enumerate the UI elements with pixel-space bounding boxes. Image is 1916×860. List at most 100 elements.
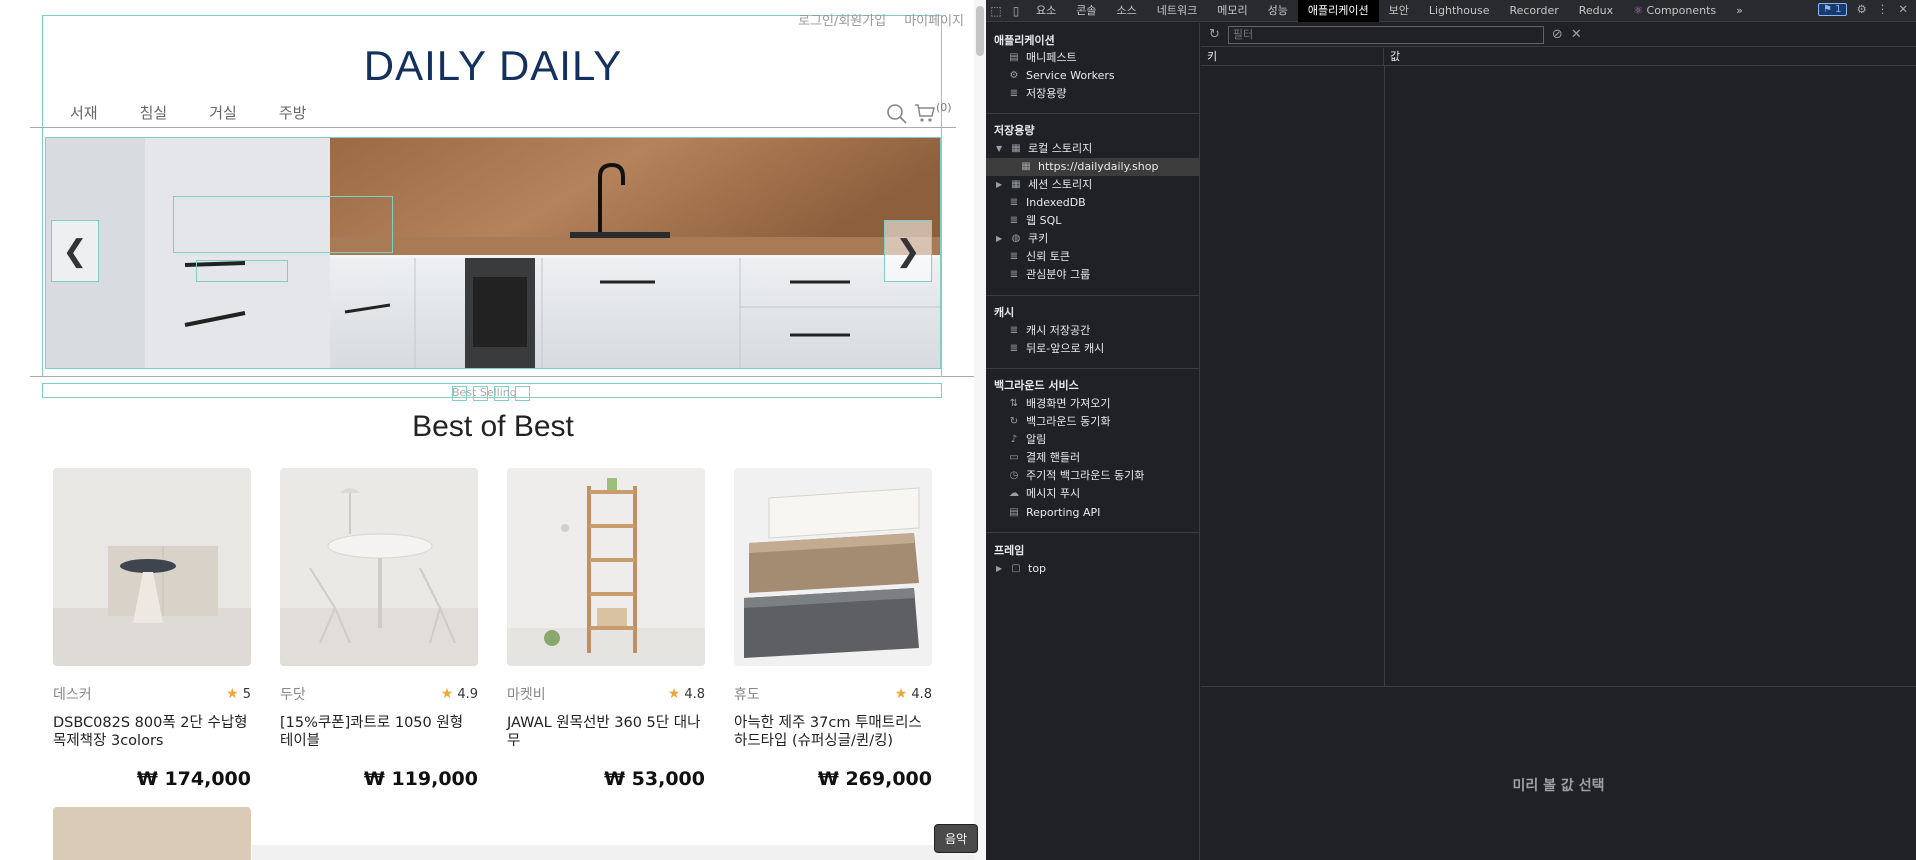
product-image[interactable] (734, 468, 932, 666)
delete-selected-icon[interactable]: ✕ (1571, 27, 1582, 42)
tab-application[interactable]: 애플리케이션 (1297, 0, 1379, 22)
slide-dot[interactable] (515, 386, 530, 401)
product-price: ₩ 119,000 (363, 768, 478, 790)
sidebar-item-service-workers[interactable]: ⚙ Service Workers (1008, 67, 1115, 85)
tab-security[interactable]: 보안 (1379, 0, 1419, 22)
sidebar-item-cache-storage[interactable]: ≣ 캐시 저장공간 (1008, 322, 1090, 340)
grid-icon: ▦ (1021, 161, 1031, 172)
search-icon[interactable] (886, 103, 908, 125)
next-slide-button[interactable]: ❯ (884, 220, 932, 282)
tab-recorder[interactable]: Recorder (1499, 0, 1568, 22)
vertical-scrollbar[interactable] (974, 0, 986, 860)
device-toolbar-icon[interactable]: ▯ (1006, 4, 1026, 18)
refresh-icon[interactable]: ↻ (1209, 27, 1220, 42)
prev-slide-button[interactable]: ❮ (51, 220, 99, 282)
product-brand: 휴도 (734, 687, 760, 703)
product-name[interactable]: [15%쿠폰]콰트로 1050 원형 테이블 (280, 714, 478, 754)
more-tabs-icon[interactable]: » (1726, 0, 1753, 22)
tab-components[interactable]: ⚛ Components (1623, 0, 1726, 22)
product-card[interactable]: 마켓비 ★ 4.8 JAWAL 원목선반 360 5단 대나무 ₩ 53,000 (507, 468, 705, 790)
database-icon: ≣ (1009, 269, 1019, 280)
sidebar-item-push-messaging[interactable]: ☁ 메시지 푸시 (1008, 485, 1080, 503)
star-icon: ★ (667, 686, 681, 702)
sidebar-item-cookies[interactable]: ▶ ◍ 쿠키 (996, 230, 1048, 248)
close-icon[interactable]: ✕ (1898, 2, 1908, 16)
bell-icon: ♪ (1010, 434, 1018, 445)
product-price: ₩ 174,000 (136, 768, 251, 790)
sidebar-item-indexeddb[interactable]: ≣ IndexedDB (1008, 194, 1086, 212)
database-icon: ≣ (1009, 325, 1019, 336)
tab-console[interactable]: 콘솔 (1066, 0, 1106, 22)
product-card-partial[interactable] (53, 807, 251, 860)
product-card[interactable]: 휴도 ★ 4.8 아늑한 제주 37cm 투매트리스 하드타입 (슈퍼싱글/퀸/킹… (734, 468, 932, 790)
nav-item-bedroom[interactable]: 침실 (140, 102, 168, 123)
tab-lighthouse[interactable]: Lighthouse (1419, 0, 1500, 22)
storage-main-pane: ↻ ⊘ ✕ 키 값 미리 볼 값 선택 (1201, 23, 1916, 860)
nav-item-study[interactable]: 서재 (70, 102, 98, 123)
product-image[interactable] (507, 468, 705, 666)
preview-divider[interactable] (1201, 686, 1916, 687)
collapsed-triangle-icon[interactable]: ▶ (996, 176, 1004, 194)
cookie-icon: ◍ (1011, 233, 1021, 244)
section-header-storage: 저장용량 (994, 124, 1035, 137)
scrollbar-thumb[interactable] (976, 6, 984, 56)
music-tooltip[interactable]: 음악 (934, 824, 979, 853)
sidebar-item-frame-top[interactable]: ▶ ▢ top (996, 560, 1046, 578)
product-image[interactable] (280, 468, 478, 666)
sidebar-item-notifications[interactable]: ♪ 알림 (1008, 431, 1046, 449)
sidebar-item-local-storage[interactable]: ▼ ▦ 로컬 스토리지 (996, 140, 1092, 158)
banner-outline (45, 137, 941, 369)
frame-icon: ▢ (1011, 563, 1021, 574)
sidebar-item-websql[interactable]: ≣ 웹 SQL (1008, 212, 1062, 230)
tab-redux[interactable]: Redux (1569, 0, 1623, 22)
sidebar-item-periodic-sync[interactable]: ◷ 주기적 백그라운드 동기화 (1008, 467, 1145, 485)
issues-badge[interactable]: ⚑ 1 (1818, 2, 1847, 16)
product-image[interactable] (53, 468, 251, 666)
product-rating: ★ 4.8 (667, 686, 705, 702)
sidebar-item-payment-handler[interactable]: ▭ 결제 핸들러 (1008, 449, 1080, 467)
kebab-menu-icon[interactable]: ⋮ (1877, 2, 1889, 16)
sidebar-item-reporting-api[interactable]: ▤ Reporting API (1008, 504, 1100, 522)
sidebar-item-storage[interactable]: ≣ 저장용량 (1008, 85, 1067, 103)
section-header-frames: 프레임 (994, 544, 1025, 557)
product-rating: ★ 4.9 (440, 686, 478, 702)
tab-performance[interactable]: 성능 (1258, 0, 1298, 22)
sidebar-item-background-fetch[interactable]: ⇅ 배경화면 가져오기 (1008, 395, 1111, 413)
settings-gear-icon[interactable]: ⚙ (1857, 2, 1867, 16)
sidebar-item-interest-groups[interactable]: ≣ 관심분야 그룹 (1008, 266, 1090, 284)
product-card[interactable]: 두닷 ★ 4.9 [15%쿠폰]콰트로 1050 원형 테이블 ₩ 119,000 (280, 468, 478, 790)
product-name[interactable]: JAWAL 원목선반 360 5단 대나무 (507, 714, 705, 754)
expanded-triangle-icon[interactable]: ▼ (996, 140, 1004, 158)
product-name[interactable]: 아늑한 제주 37cm 투매트리스 하드타입 (슈퍼싱글/퀸/킹) (734, 714, 932, 754)
tab-elements[interactable]: 요소 (1026, 0, 1066, 22)
login-signup-link[interactable]: 로그인/회원가입 (798, 10, 886, 29)
product-brand: 두닷 (280, 687, 306, 703)
collapsed-triangle-icon[interactable]: ▶ (996, 230, 1004, 248)
sidebar-item-local-origin[interactable]: ▦ https://dailydaily.shop (986, 158, 1199, 176)
site-logo[interactable]: DAILY DAILY (0, 42, 986, 90)
product-grid: 데스커 ★ 5 DSBC082S 800폭 2단 수납형 목제책장 3colors… (53, 468, 932, 790)
tab-memory[interactable]: 메모리 (1207, 0, 1257, 22)
inspect-element-icon[interactable]: ⬚ (986, 4, 1006, 18)
product-rating: ★ 4.8 (894, 686, 932, 702)
collapsed-triangle-icon[interactable]: ▶ (996, 560, 1004, 578)
product-name[interactable]: DSBC082S 800폭 2단 수납형 목제책장 3colors (53, 714, 251, 754)
mypage-link[interactable]: 마이페이지 (904, 10, 964, 29)
tab-network[interactable]: 네트워크 (1147, 0, 1207, 22)
clear-all-icon[interactable]: ⊘ (1552, 27, 1563, 42)
product-brand: 데스커 (53, 687, 92, 703)
filter-input[interactable] (1227, 25, 1544, 44)
sidebar-item-session-storage[interactable]: ▶ ▦ 세션 스토리지 (996, 176, 1092, 194)
tab-sources[interactable]: 소스 (1107, 0, 1147, 22)
nav-item-living[interactable]: 거실 (209, 102, 237, 123)
sidebar-item-trust-tokens[interactable]: ≣ 신뢰 토큰 (1008, 248, 1070, 266)
column-header-key[interactable]: 키 (1201, 48, 1384, 65)
sidebar-item-bfcache[interactable]: ≣ 뒤로-앞으로 캐시 (1008, 340, 1105, 358)
nav-item-kitchen[interactable]: 주방 (279, 102, 307, 123)
sidebar-item-background-sync[interactable]: ↻ 백그라운드 동기화 (1008, 413, 1111, 431)
cart-icon[interactable] (914, 102, 936, 124)
main-nav: 서재 침실 거실 주방 (70, 102, 306, 123)
sidebar-item-manifest[interactable]: ▤ 매니페스트 (1008, 49, 1076, 67)
column-header-value[interactable]: 값 (1384, 48, 1400, 65)
product-card[interactable]: 데스커 ★ 5 DSBC082S 800폭 2단 수납형 목제책장 3colors… (53, 468, 251, 790)
